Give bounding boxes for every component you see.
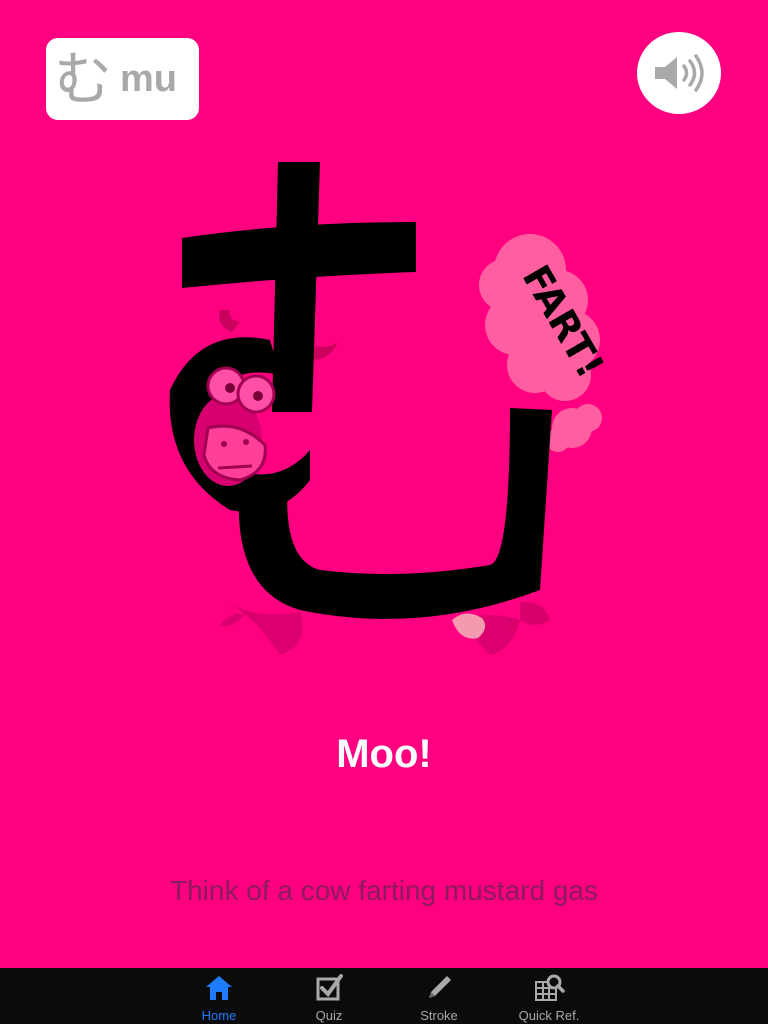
grid-search-icon: [535, 974, 565, 1001]
tab-label-home: Home: [201, 1008, 237, 1023]
tab-quiz[interactable]: Quiz: [274, 968, 384, 1024]
tab-label-stroke: Stroke: [420, 1008, 458, 1023]
pencil-icon: [429, 976, 451, 998]
tab-stroke[interactable]: Stroke: [384, 968, 494, 1024]
kana-character: む: [54, 45, 113, 113]
mnemonic-caption: Moo!: [336, 732, 432, 776]
udder: [452, 613, 486, 639]
cow-horn-left: [218, 310, 240, 332]
cow-horn-right: [310, 342, 338, 360]
tab-home[interactable]: Home: [164, 968, 274, 1024]
tab-label-quiz: Quiz: [315, 1008, 343, 1023]
mnemonic-hint: Think of a cow farting mustard gas: [170, 875, 598, 906]
sound-button[interactable]: [637, 32, 721, 114]
speaker-icon: [655, 54, 704, 92]
home-icon: [206, 976, 232, 1000]
tab-quick-ref[interactable]: Quick Ref.: [494, 968, 604, 1024]
tab-bar: Home Quiz Stroke Quick Ref.: [0, 968, 768, 1024]
kana-chip[interactable]: む mu: [46, 38, 199, 120]
romaji-label: mu: [120, 58, 178, 100]
tab-label-quick-ref: Quick Ref.: [518, 1008, 580, 1023]
mnemonic-illustration: FART!: [160, 150, 630, 670]
checkbox-icon: [316, 974, 343, 1001]
